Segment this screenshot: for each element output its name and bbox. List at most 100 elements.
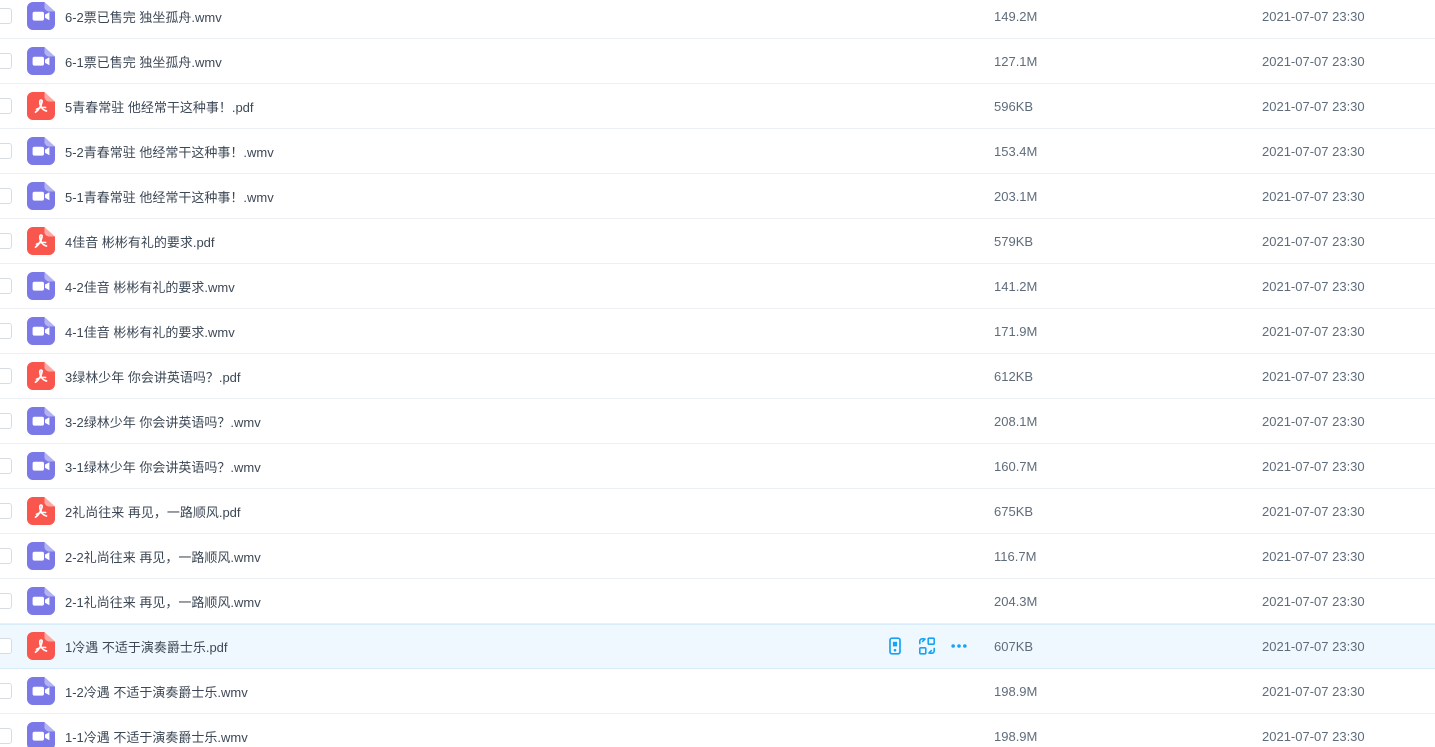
file-name[interactable]: 4-1佳音 彬彬有礼的要求.wmv — [65, 322, 235, 341]
row-checkbox[interactable] — [0, 638, 12, 654]
file-name-zone: 2礼尚往来 再见，一路顺风.pdf — [55, 502, 994, 521]
file-size: 607KB — [994, 639, 1262, 654]
file-row[interactable]: 1-1冷遇 不适于演奏爵士乐.wmv — [0, 714, 1435, 747]
file-row[interactable]: 5-1青春常驻 他经常干这种事！.wmv — [0, 174, 1435, 219]
video-file-icon — [27, 407, 55, 435]
file-size: 171.9M — [994, 324, 1262, 339]
file-date: 2021-07-07 23:30 — [1262, 729, 1435, 744]
file-size: 160.7M — [994, 459, 1262, 474]
video-file-icon — [27, 137, 55, 165]
file-row[interactable]: 5-2青春常驻 他经常干这种事！.wmv — [0, 129, 1435, 174]
file-date: 2021-07-07 23:30 — [1262, 459, 1435, 474]
row-checkbox[interactable] — [0, 728, 12, 744]
file-name-zone: 4-1佳音 彬彬有礼的要求.wmv — [55, 322, 994, 341]
row-checkbox[interactable] — [0, 143, 12, 159]
row-checkbox[interactable] — [0, 458, 12, 474]
video-file-icon — [27, 452, 55, 480]
file-row[interactable]: 6-1票已售完 独坐孤舟.wmv — [0, 39, 1435, 84]
row-checkbox[interactable] — [0, 368, 12, 384]
save-to-phone-icon — [886, 637, 904, 655]
file-date: 2021-07-07 23:30 — [1262, 594, 1435, 609]
row-checkbox[interactable] — [0, 53, 12, 69]
file-size: 596KB — [994, 99, 1262, 114]
row-checkbox[interactable] — [0, 8, 12, 24]
row-checkbox[interactable] — [0, 683, 12, 699]
video-file-icon — [27, 317, 55, 345]
file-name[interactable]: 2-2礼尚往来 再见，一路顺风.wmv — [65, 547, 261, 566]
file-name[interactable]: 2-1礼尚往来 再见，一路顺风.wmv — [65, 592, 261, 611]
file-size: 153.4M — [994, 144, 1262, 159]
file-name[interactable]: 2礼尚往来 再见，一路顺风.pdf — [65, 502, 241, 521]
file-name-zone: 3-1绿林少年 你会讲英语吗？.wmv — [55, 457, 994, 476]
file-size: 198.9M — [994, 729, 1262, 744]
file-row[interactable]: 4-1佳音 彬彬有礼的要求.wmv — [0, 309, 1435, 354]
save-to-phone-button[interactable] — [886, 637, 904, 655]
file-name-zone: 6-1票已售完 独坐孤舟.wmv — [55, 52, 994, 71]
share-button[interactable] — [918, 637, 936, 655]
file-row[interactable]: 2-1礼尚往来 再见，一路顺风.wmv — [0, 579, 1435, 624]
video-file-icon — [27, 677, 55, 705]
file-name[interactable]: 3-1绿林少年 你会讲英语吗？.wmv — [65, 457, 261, 476]
file-row[interactable]: 2-2礼尚往来 再见，一路顺风.wmv — [0, 534, 1435, 579]
file-name[interactable]: 6-1票已售完 独坐孤舟.wmv — [65, 52, 222, 71]
row-checkbox[interactable] — [0, 323, 12, 339]
file-name-zone: 4-2佳音 彬彬有礼的要求.wmv — [55, 277, 994, 296]
row-actions — [886, 637, 968, 655]
file-size: 149.2M — [994, 9, 1262, 24]
file-date: 2021-07-07 23:30 — [1262, 549, 1435, 564]
file-name[interactable]: 5-1青春常驻 他经常干这种事！.wmv — [65, 187, 274, 206]
file-row[interactable]: 3绿林少年 你会讲英语吗？.pdf — [0, 354, 1435, 399]
row-checkbox[interactable] — [0, 98, 12, 114]
row-checkbox[interactable] — [0, 503, 12, 519]
file-row[interactable]: 6-2票已售完 独坐孤舟.wmv — [0, 0, 1435, 39]
more-button[interactable] — [950, 637, 968, 655]
pdf-file-icon — [27, 92, 55, 120]
file-name[interactable]: 1-1冷遇 不适于演奏爵士乐.wmv — [65, 727, 248, 746]
file-name[interactable]: 3-2绿林少年 你会讲英语吗？.wmv — [65, 412, 261, 431]
file-row[interactable]: 3-2绿林少年 你会讲英语吗？.wmv — [0, 399, 1435, 444]
file-name-zone: 6-2票已售完 独坐孤舟.wmv — [55, 7, 994, 26]
file-date: 2021-07-07 23:30 — [1262, 639, 1435, 654]
file-row[interactable]: 4佳音 彬彬有礼的要求.pdf — [0, 219, 1435, 264]
file-size: 116.7M — [994, 549, 1262, 564]
file-name[interactable]: 6-2票已售完 独坐孤舟.wmv — [65, 7, 222, 26]
row-checkbox[interactable] — [0, 188, 12, 204]
file-row[interactable]: 3-1绿林少年 你会讲英语吗？.wmv — [0, 444, 1435, 489]
video-file-icon — [27, 722, 55, 747]
file-row[interactable]: 2礼尚往来 再见，一路顺风.pdf — [0, 489, 1435, 534]
video-file-icon — [27, 2, 55, 30]
file-name[interactable]: 5-2青春常驻 他经常干这种事！.wmv — [65, 142, 274, 161]
share-icon — [918, 637, 936, 655]
row-checkbox[interactable] — [0, 278, 12, 294]
file-name-zone: 5青春常驻 他经常干这种事！.pdf — [55, 97, 994, 116]
file-name[interactable]: 3绿林少年 你会讲英语吗？.pdf — [65, 367, 241, 386]
file-name[interactable]: 1-2冷遇 不适于演奏爵士乐.wmv — [65, 682, 248, 701]
file-date: 2021-07-07 23:30 — [1262, 684, 1435, 699]
file-name-zone: 2-2礼尚往来 再见，一路顺风.wmv — [55, 547, 994, 566]
file-row[interactable]: 1冷遇 不适于演奏爵士乐.pdf — [0, 624, 1435, 669]
file-date: 2021-07-07 23:30 — [1262, 234, 1435, 249]
row-checkbox[interactable] — [0, 548, 12, 564]
file-name[interactable]: 5青春常驻 他经常干这种事！.pdf — [65, 97, 254, 116]
row-checkbox[interactable] — [0, 593, 12, 609]
file-row[interactable]: 4-2佳音 彬彬有礼的要求.wmv — [0, 264, 1435, 309]
pdf-file-icon — [27, 632, 55, 660]
video-file-icon — [27, 587, 55, 615]
file-name-zone: 3绿林少年 你会讲英语吗？.pdf — [55, 367, 994, 386]
file-size: 579KB — [994, 234, 1262, 249]
file-name-zone: 1-1冷遇 不适于演奏爵士乐.wmv — [55, 727, 994, 746]
file-name[interactable]: 4佳音 彬彬有礼的要求.pdf — [65, 232, 215, 251]
file-name[interactable]: 1冷遇 不适于演奏爵士乐.pdf — [65, 637, 228, 656]
file-row[interactable]: 1-2冷遇 不适于演奏爵士乐.wmv — [0, 669, 1435, 714]
file-row[interactable]: 5青春常驻 他经常干这种事！.pdf — [0, 84, 1435, 129]
file-name[interactable]: 4-2佳音 彬彬有礼的要求.wmv — [65, 277, 235, 296]
file-size: 675KB — [994, 504, 1262, 519]
row-checkbox[interactable] — [0, 233, 12, 249]
file-date: 2021-07-07 23:30 — [1262, 99, 1435, 114]
file-name-zone: 5-2青春常驻 他经常干这种事！.wmv — [55, 142, 994, 161]
file-size: 208.1M — [994, 414, 1262, 429]
row-checkbox[interactable] — [0, 413, 12, 429]
file-date: 2021-07-07 23:30 — [1262, 144, 1435, 159]
file-name-zone: 4佳音 彬彬有礼的要求.pdf — [55, 232, 994, 251]
file-size: 198.9M — [994, 684, 1262, 699]
